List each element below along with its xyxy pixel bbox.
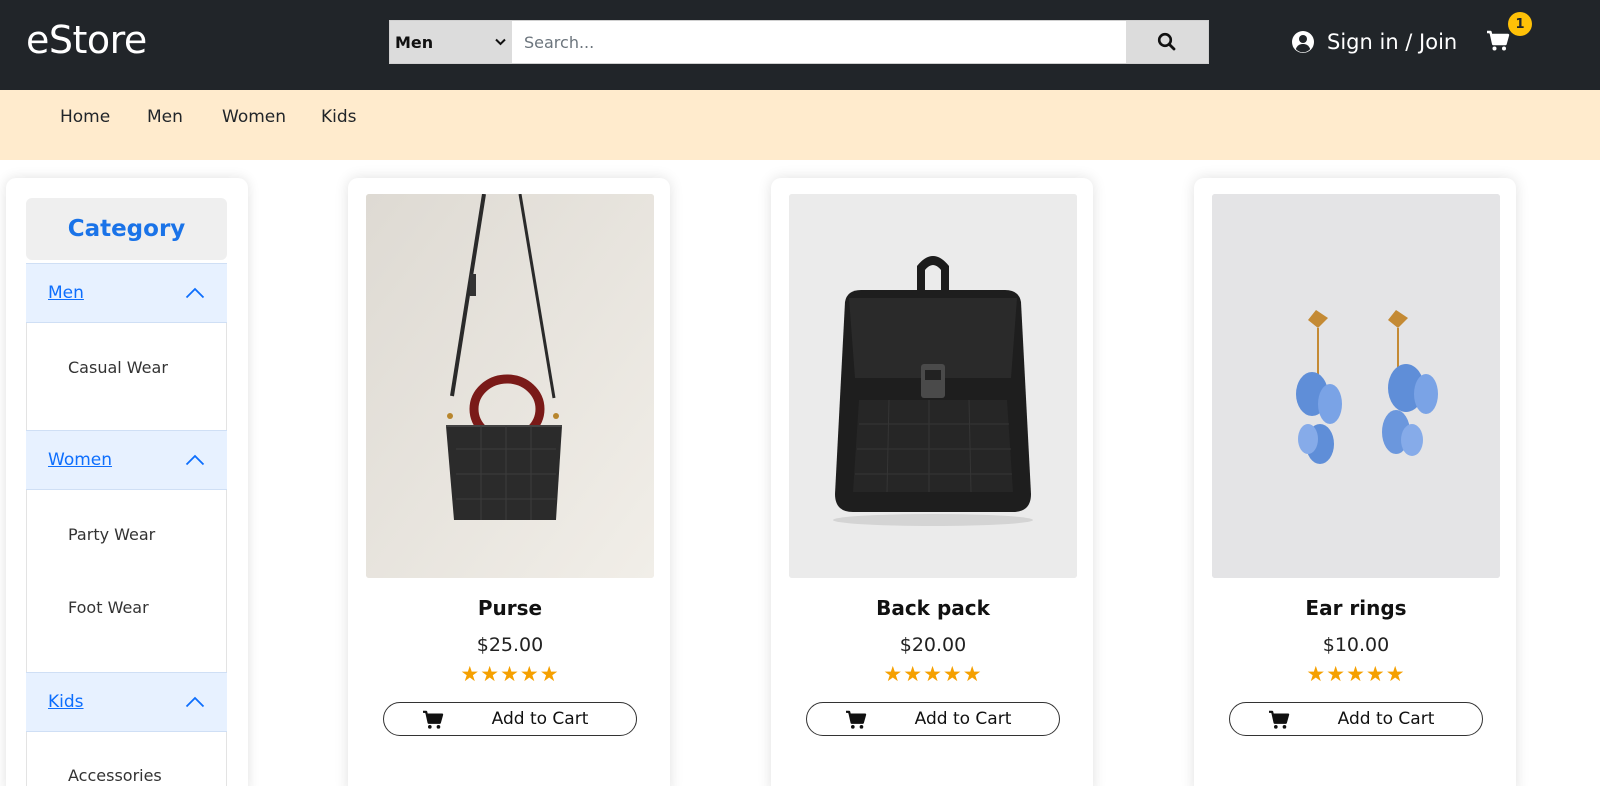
nav-item-home[interactable]: Home — [60, 107, 110, 127]
product-name: Back pack — [876, 596, 990, 620]
product-price: $20.00 — [899, 634, 967, 656]
product-price: $10.00 — [1322, 634, 1390, 656]
purse-image — [366, 194, 654, 578]
nav-item-men[interactable]: Men — [147, 107, 183, 127]
product-image-ear-rings[interactable] — [1212, 194, 1500, 578]
signin-label: Sign in / Join — [1327, 30, 1458, 54]
chevron-up-icon — [185, 454, 205, 466]
brand-logo[interactable]: eStore — [26, 18, 147, 62]
chevron-up-icon — [185, 287, 205, 299]
add-to-cart-button[interactable]: Add to Cart — [383, 702, 637, 736]
product-name: Ear rings — [1305, 596, 1407, 620]
product-name: Purse — [477, 596, 543, 620]
accordion-kids-label[interactable]: Kids — [48, 692, 84, 712]
accordion-men-header[interactable]: Men — [26, 263, 227, 323]
star-rating-icon: ★★★★★ — [883, 662, 983, 686]
cart-button[interactable] — [1486, 30, 1512, 56]
product-image-back-pack[interactable] — [789, 194, 1077, 578]
user-circle-icon — [1292, 31, 1314, 53]
category-select-value: Men — [395, 32, 434, 52]
nav-item-kids[interactable]: Kids — [321, 107, 357, 127]
cart-count-badge: 1 — [1508, 12, 1532, 36]
search-icon — [1157, 32, 1176, 51]
product-image-purse[interactable] — [366, 194, 654, 578]
chevron-down-icon — [495, 36, 506, 49]
subcategory-casual-wear[interactable]: Casual Wear — [68, 358, 168, 377]
nav-item-women[interactable]: Women — [222, 107, 286, 127]
backpack-image — [789, 194, 1077, 578]
subcategory-foot-wear[interactable]: Foot Wear — [68, 598, 149, 617]
accordion-women-label[interactable]: Women — [48, 450, 112, 470]
accordion-kids-header[interactable]: Kids — [26, 672, 227, 732]
add-to-cart-label: Add to Cart — [491, 709, 589, 729]
product-price: $25.00 — [476, 634, 544, 656]
earrings-image — [1212, 194, 1500, 578]
subcategory-accessories[interactable]: Accessories — [68, 766, 162, 785]
add-to-cart-label: Add to Cart — [1337, 709, 1435, 729]
search-button[interactable] — [1126, 21, 1208, 63]
chevron-up-icon — [185, 696, 205, 708]
add-to-cart-button[interactable]: Add to Cart — [806, 702, 1060, 736]
cart-icon — [1487, 30, 1510, 51]
search-input[interactable] — [512, 21, 1126, 63]
accordion-women-body — [26, 490, 227, 672]
add-to-cart-button[interactable]: Add to Cart — [1229, 702, 1483, 736]
star-rating-icon: ★★★★★ — [460, 662, 560, 686]
accordion-women-header[interactable]: Women — [26, 430, 227, 490]
category-select[interactable]: Men — [390, 21, 512, 63]
signin-link[interactable]: Sign in / Join — [1291, 26, 1457, 58]
accordion-men-label[interactable]: Men — [48, 283, 84, 303]
search-bar: Men — [389, 20, 1209, 64]
star-rating-icon: ★★★★★ — [1306, 662, 1406, 686]
subcategory-party-wear[interactable]: Party Wear — [68, 525, 155, 544]
category-title: Category — [26, 198, 227, 260]
add-to-cart-label: Add to Cart — [914, 709, 1012, 729]
